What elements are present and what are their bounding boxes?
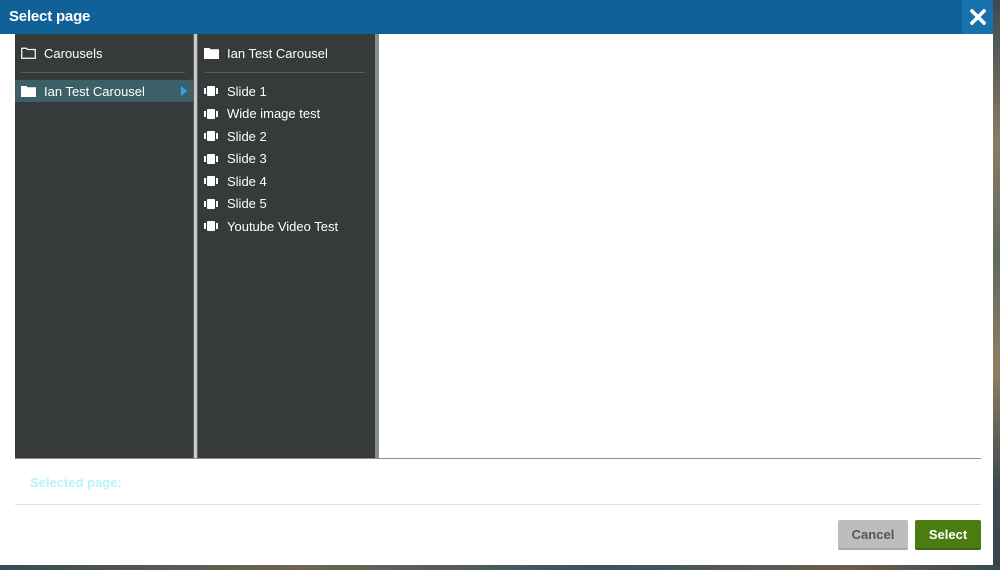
column-ian-test-carousel: Ian Test Carousel Slide 1 Wide image tes…	[198, 34, 375, 458]
slides-icon	[204, 220, 220, 232]
list-item-slide[interactable]: Slide 2	[198, 125, 375, 147]
list-item-slide[interactable]: Youtube Video Test	[198, 215, 375, 237]
select-button[interactable]: Select	[915, 520, 981, 550]
column-carousels: Carousels Ian Test Carousel	[15, 34, 193, 458]
list-item-label: Slide 3	[227, 151, 267, 166]
selected-page-label-text: Selected page:	[30, 475, 122, 490]
list-item-label: Slide 4	[227, 173, 267, 189]
list-item-ian-test-carousel[interactable]: Ian Test Carousel	[15, 80, 193, 102]
selected-page-label: Selected page:	[30, 475, 122, 490]
column-header-label: Ian Test Carousel	[227, 45, 328, 61]
close-icon	[969, 9, 986, 25]
column-header-carousels[interactable]: Carousels	[15, 42, 193, 64]
list-item-slide[interactable]: Slide 3	[198, 148, 375, 170]
list-item-label: Slide 1	[227, 83, 267, 99]
background-page	[993, 0, 1000, 570]
slides-icon	[204, 153, 220, 165]
column-divider	[205, 72, 365, 73]
slides-icon	[204, 85, 220, 97]
list-item-label: Slide 5	[227, 196, 267, 211]
column-resize-handle[interactable]	[375, 34, 379, 458]
close-button[interactable]	[962, 0, 993, 34]
cancel-button[interactable]: Cancel	[838, 520, 908, 550]
column-divider	[21, 72, 185, 73]
folder-outline-icon	[21, 47, 37, 59]
page-browser: Carousels Ian Test Carousel Ian Test Car…	[15, 34, 981, 459]
footer-divider	[15, 504, 981, 505]
list-item-slide[interactable]: Slide 5	[198, 193, 375, 215]
expand-arrow-icon	[181, 86, 187, 96]
dialog-titlebar: Select page	[0, 0, 993, 34]
list-item-label: Ian Test Carousel	[44, 83, 145, 99]
slides-icon	[204, 175, 220, 187]
folder-icon	[204, 47, 220, 59]
background-page-bottom	[0, 565, 1000, 570]
panel-bottom-border	[15, 458, 981, 459]
dialog-title: Select page	[9, 8, 91, 25]
folder-icon	[21, 85, 37, 97]
list-item-slide[interactable]: Slide 4	[198, 170, 375, 192]
list-item-slide[interactable]: Slide 1	[198, 80, 375, 102]
slides-icon	[204, 130, 220, 142]
list-item-label: Wide image test	[227, 106, 321, 121]
column-header-ian-test-carousel[interactable]: Ian Test Carousel	[198, 42, 375, 64]
column-header-label: Carousels	[44, 45, 103, 61]
select-page-dialog: Select page Carousels Ian Test Carousel …	[0, 0, 993, 565]
slides-icon	[204, 198, 220, 210]
list-item-slide[interactable]: Wide image test	[198, 103, 375, 125]
slides-icon	[204, 108, 220, 120]
list-item-label: Youtube Video Test	[227, 218, 339, 234]
list-item-label: Slide 2	[227, 128, 267, 144]
